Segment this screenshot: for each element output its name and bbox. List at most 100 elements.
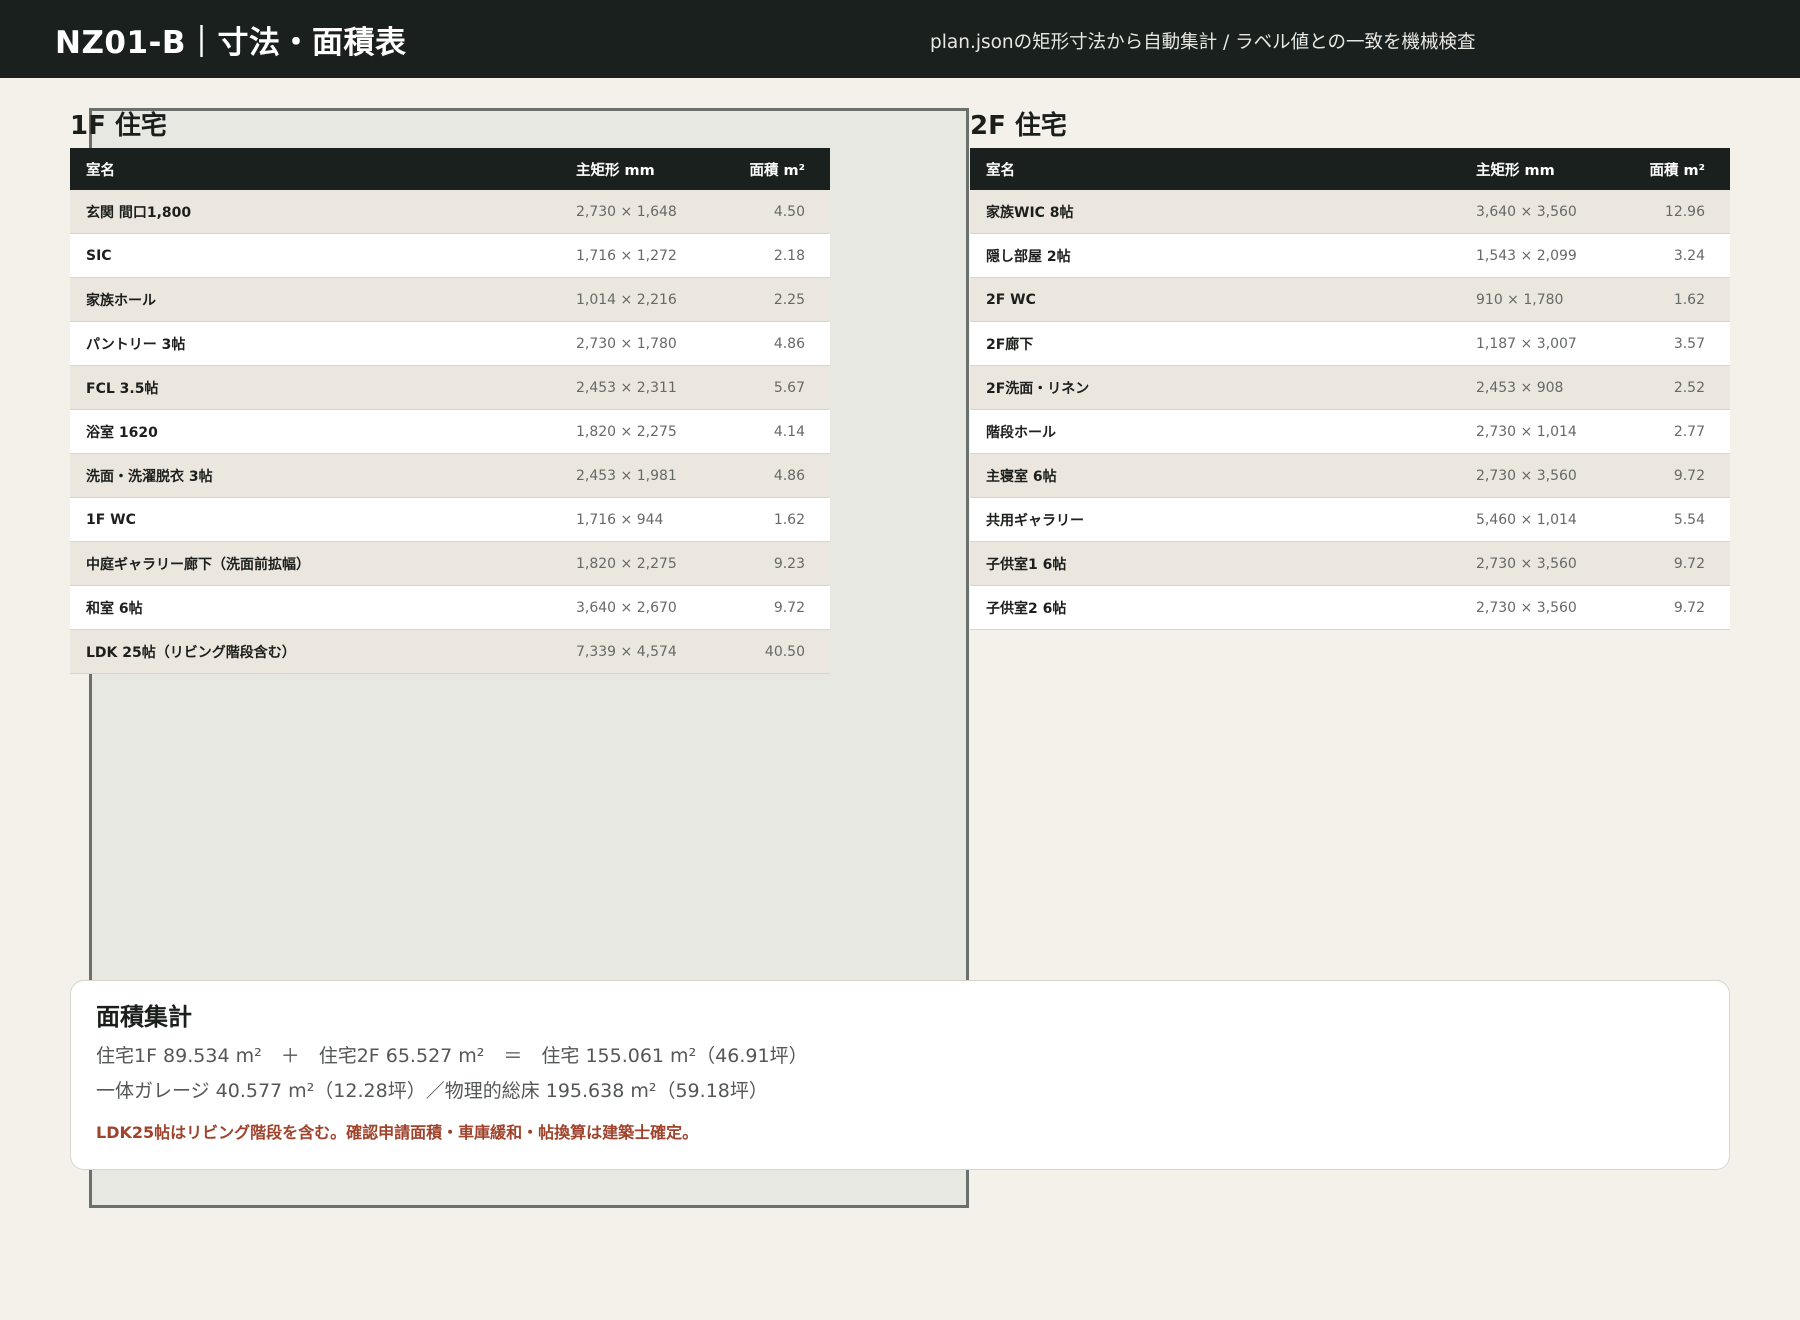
room-dims-cell: 2,730 × 1,648 xyxy=(560,190,715,234)
room-area-cell: 3.57 xyxy=(1615,321,1730,366)
room-area-cell: 5.54 xyxy=(1615,497,1730,542)
room-name-cell: 子供室2 6帖 xyxy=(970,585,1460,630)
table-row: FCL 3.5帖 2,453 × 2,311 5.67 xyxy=(70,365,830,410)
summary-line-residence: 住宅1F 89.534 m² ＋ 住宅2F 65.527 m² ＝ 住宅 155… xyxy=(96,1045,808,1067)
summary-note: LDK25帖はリビング階段を含む。確認申請面積・車庫緩和・帖換算は建築士確定。 xyxy=(96,1123,699,1142)
table-row: 家族WIC 8帖 3,640 × 3,560 12.96 xyxy=(970,190,1730,234)
column-header-name: 室名 xyxy=(970,148,1460,190)
room-dims-cell: 2,730 × 3,560 xyxy=(1460,541,1615,586)
table-row: 洗面・洗濯脱衣 3帖 2,453 × 1,981 4.86 xyxy=(70,453,830,498)
room-dims-cell: 1,187 × 3,007 xyxy=(1460,321,1615,366)
room-dims-cell: 3,640 × 2,670 xyxy=(560,585,715,630)
room-area-cell: 40.50 xyxy=(715,629,830,674)
room-dims-cell: 3,640 × 3,560 xyxy=(1460,190,1615,234)
table-row: 共用ギャラリー 5,460 × 1,014 5.54 xyxy=(970,497,1730,542)
room-dims-cell: 910 × 1,780 xyxy=(1460,277,1615,322)
room-area-cell: 9.23 xyxy=(715,541,830,586)
table-row: 中庭ギャラリー廊下（洗面前拡幅） 1,820 × 2,275 9.23 xyxy=(70,541,830,586)
room-area-cell: 2.77 xyxy=(1615,409,1730,454)
room-dims-cell: 2,453 × 908 xyxy=(1460,365,1615,410)
page-subtitle: plan.jsonの矩形寸法から自動集計 / ラベル値との一致を機械検査 xyxy=(930,32,1476,53)
room-dims-cell: 1,716 × 1,272 xyxy=(560,233,715,278)
column-header-name: 室名 xyxy=(70,148,560,190)
room-area-cell: 4.50 xyxy=(715,190,830,234)
table-row: パントリー 3帖 2,730 × 1,780 4.86 xyxy=(70,321,830,366)
table-row: 子供室1 6帖 2,730 × 3,560 9.72 xyxy=(970,541,1730,586)
room-name-cell: 2F廊下 xyxy=(970,321,1460,366)
room-name-cell: 玄関 間口1,800 xyxy=(70,190,560,234)
room-name-cell: 子供室1 6帖 xyxy=(970,541,1460,586)
room-dims-cell: 1,543 × 2,099 xyxy=(1460,233,1615,278)
room-area-cell: 1.62 xyxy=(1615,277,1730,322)
table-row: 階段ホール 2,730 × 1,014 2.77 xyxy=(970,409,1730,454)
room-area-cell: 3.24 xyxy=(1615,233,1730,278)
room-dims-cell: 2,453 × 2,311 xyxy=(560,365,715,410)
room-name-cell: 洗面・洗濯脱衣 3帖 xyxy=(70,453,560,498)
table-row: LDK 25帖（リビング階段含む） 7,339 × 4,574 40.50 xyxy=(70,629,830,674)
column-header-area: 面積 m² xyxy=(1615,148,1730,190)
floor2-table: 室名 主矩形 mm 面積 m² 家族WIC 8帖 3,640 × 3,560 12.… xyxy=(970,148,1730,630)
floor1-title: 1F 住宅 xyxy=(70,111,167,141)
room-area-cell: 2.52 xyxy=(1615,365,1730,410)
room-dims-cell: 2,730 × 1,780 xyxy=(560,321,715,366)
table-row: 主寝室 6帖 2,730 × 3,560 9.72 xyxy=(970,453,1730,498)
room-dims-cell: 2,730 × 3,560 xyxy=(1460,585,1615,630)
room-name-cell: 隠し部屋 2帖 xyxy=(970,233,1460,278)
room-dims-cell: 2,730 × 3,560 xyxy=(1460,453,1615,498)
room-area-cell: 9.72 xyxy=(1615,453,1730,498)
room-name-cell: LDK 25帖（リビング階段含む） xyxy=(70,629,560,674)
area-summary-card: 面積集計 住宅1F 89.534 m² ＋ 住宅2F 65.527 m² ＝ 住… xyxy=(70,980,1730,1170)
summary-title: 面積集計 xyxy=(96,1003,192,1031)
table-header-row: 室名 主矩形 mm 面積 m² xyxy=(970,148,1730,190)
room-name-cell: 浴室 1620 xyxy=(70,409,560,454)
summary-line-garage: 一体ガレージ 40.577 m²（12.28坪）／物理的総床 195.638 m… xyxy=(96,1080,768,1102)
floor2-title: 2F 住宅 xyxy=(970,111,1067,141)
table-row: 2F WC 910 × 1,780 1.62 xyxy=(970,277,1730,322)
table-row: 2F洗面・リネン 2,453 × 908 2.52 xyxy=(970,365,1730,410)
room-dims-cell: 1,820 × 2,275 xyxy=(560,541,715,586)
room-dims-cell: 5,460 × 1,014 xyxy=(1460,497,1615,542)
room-name-cell: 家族WIC 8帖 xyxy=(970,190,1460,234)
column-header-area: 面積 m² xyxy=(715,148,830,190)
page-title: NZ01-B｜寸法・面積表 xyxy=(55,25,407,61)
room-name-cell: FCL 3.5帖 xyxy=(70,365,560,410)
room-name-cell: 中庭ギャラリー廊下（洗面前拡幅） xyxy=(70,541,560,586)
room-name-cell: 階段ホール xyxy=(970,409,1460,454)
top-bar: NZ01-B｜寸法・面積表 plan.jsonの矩形寸法から自動集計 / ラベル… xyxy=(0,0,1800,78)
room-name-cell: 家族ホール xyxy=(70,277,560,322)
room-dims-cell: 1,716 × 944 xyxy=(560,497,715,542)
room-name-cell: 2F WC xyxy=(970,277,1460,322)
room-area-cell: 9.72 xyxy=(1615,541,1730,586)
room-name-cell: SIC xyxy=(70,233,560,278)
room-area-cell: 4.86 xyxy=(715,453,830,498)
room-name-cell: 主寝室 6帖 xyxy=(970,453,1460,498)
table-header-row: 室名 主矩形 mm 面積 m² xyxy=(70,148,830,190)
room-area-cell: 4.86 xyxy=(715,321,830,366)
room-dims-cell: 2,730 × 1,014 xyxy=(1460,409,1615,454)
room-name-cell: 和室 6帖 xyxy=(70,585,560,630)
room-area-cell: 1.62 xyxy=(715,497,830,542)
floor1-table: 室名 主矩形 mm 面積 m² 玄関 間口1,800 2,730 × 1,648 4… xyxy=(70,148,830,674)
table-row: 和室 6帖 3,640 × 2,670 9.72 xyxy=(70,585,830,630)
room-area-cell: 9.72 xyxy=(715,585,830,630)
table-row: 子供室2 6帖 2,730 × 3,560 9.72 xyxy=(970,585,1730,630)
column-header-dims: 主矩形 mm xyxy=(560,148,715,190)
table-row: 1F WC 1,716 × 944 1.62 xyxy=(70,497,830,542)
table-row: 2F廊下 1,187 × 3,007 3.57 xyxy=(970,321,1730,366)
room-area-cell: 2.25 xyxy=(715,277,830,322)
table-row: 隠し部屋 2帖 1,543 × 2,099 3.24 xyxy=(970,233,1730,278)
room-dims-cell: 1,820 × 2,275 xyxy=(560,409,715,454)
room-area-cell: 12.96 xyxy=(1615,190,1730,234)
room-name-cell: 1F WC xyxy=(70,497,560,542)
room-name-cell: 2F洗面・リネン xyxy=(970,365,1460,410)
table-row: 家族ホール 1,014 × 2,216 2.25 xyxy=(70,277,830,322)
room-dims-cell: 1,014 × 2,216 xyxy=(560,277,715,322)
room-name-cell: 共用ギャラリー xyxy=(970,497,1460,542)
table-row: SIC 1,716 × 1,272 2.18 xyxy=(70,233,830,278)
room-area-cell: 2.18 xyxy=(715,233,830,278)
room-area-cell: 5.67 xyxy=(715,365,830,410)
room-dims-cell: 7,339 × 4,574 xyxy=(560,629,715,674)
table-row: 浴室 1620 1,820 × 2,275 4.14 xyxy=(70,409,830,454)
room-area-cell: 4.14 xyxy=(715,409,830,454)
room-area-cell: 9.72 xyxy=(1615,585,1730,630)
